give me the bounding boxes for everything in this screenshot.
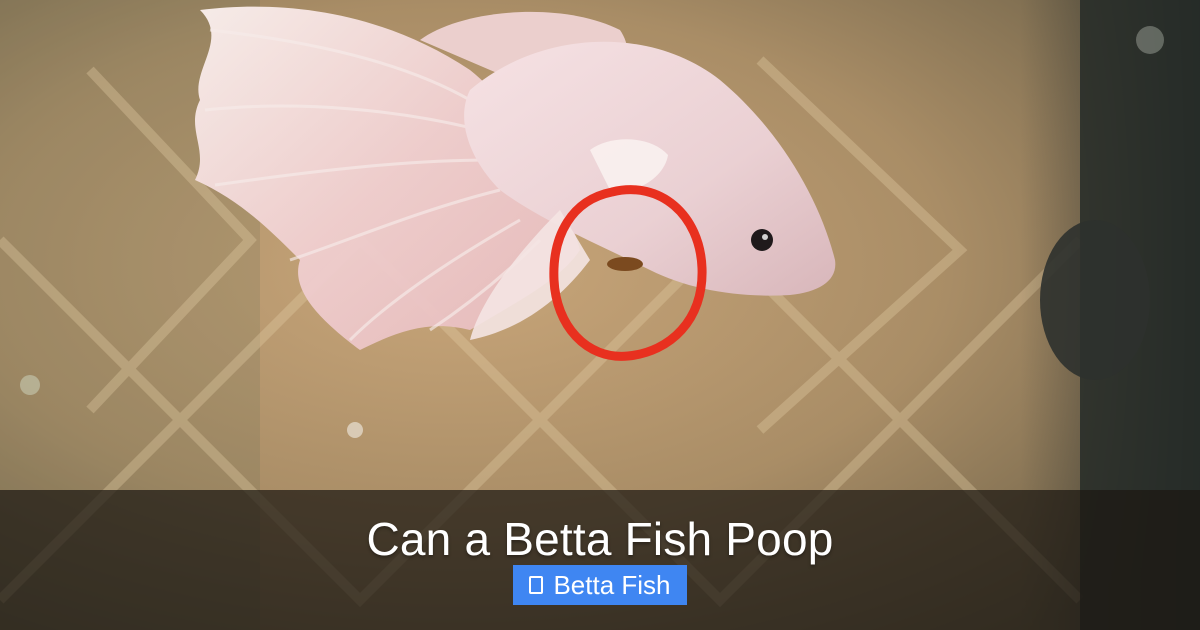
featured-image-card: Can a Betta Fish Poop Betta Fish (0, 0, 1200, 630)
category-badge[interactable]: Betta Fish (513, 565, 687, 605)
caption-overlay: Can a Betta Fish Poop Betta Fish (0, 490, 1200, 630)
post-title[interactable]: Can a Betta Fish Poop (366, 513, 833, 565)
category-label: Betta Fish (553, 570, 671, 600)
folder-icon (529, 576, 544, 594)
